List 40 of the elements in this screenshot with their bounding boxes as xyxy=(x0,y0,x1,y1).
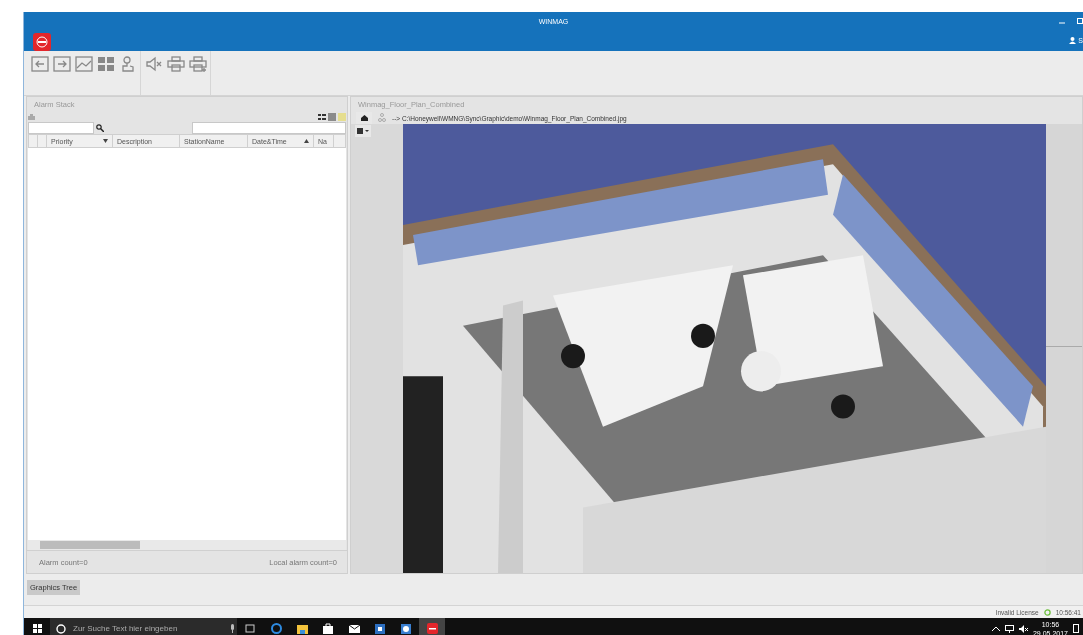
search-field[interactable] xyxy=(28,122,94,134)
folder-icon[interactable] xyxy=(296,623,308,634)
speaker-muted-icon[interactable] xyxy=(1018,624,1028,633)
map-caret-icon xyxy=(357,128,369,134)
task-view-icon[interactable] xyxy=(244,624,256,633)
mute-button[interactable] xyxy=(144,54,163,74)
taskbar-search-field[interactable]: Zur Suche Text hier eingeben xyxy=(50,618,237,635)
horizontal-scrollbar[interactable] xyxy=(28,540,346,550)
print-preview-button[interactable] xyxy=(188,54,207,74)
winmag-taskbar-button[interactable] xyxy=(419,618,445,635)
app-logo-icon xyxy=(426,623,438,634)
circle-app-icon[interactable] xyxy=(401,623,411,634)
search-input[interactable]: Zur Suche Text hier eingeben xyxy=(71,623,225,634)
browser-icon[interactable] xyxy=(270,623,282,634)
search-icon[interactable] xyxy=(96,124,104,132)
detail-view-icon[interactable] xyxy=(318,113,326,121)
sort-ascending-icon[interactable] xyxy=(304,139,309,143)
home-icon xyxy=(360,115,368,121)
square-app-icon[interactable] xyxy=(375,623,385,634)
grid-button[interactable] xyxy=(96,54,115,74)
user-icon[interactable] xyxy=(1069,37,1077,44)
refresh-icon xyxy=(1043,608,1051,616)
chevron-up-icon[interactable] xyxy=(991,626,1000,631)
print-button[interactable] xyxy=(166,54,185,74)
windows-start-icon[interactable] xyxy=(32,624,42,633)
app-logo xyxy=(33,33,51,51)
map-dropdown-button[interactable] xyxy=(355,125,371,137)
circle-icon xyxy=(56,623,66,634)
tree-icon xyxy=(378,113,386,123)
back-button[interactable] xyxy=(30,54,49,74)
notification-icon[interactable] xyxy=(1073,624,1079,633)
forward-button[interactable] xyxy=(52,54,71,74)
image-button[interactable] xyxy=(74,54,93,74)
filter-icon[interactable] xyxy=(103,139,108,143)
microphone-icon[interactable] xyxy=(230,624,235,633)
mail-icon[interactable] xyxy=(348,624,360,633)
home-button[interactable] xyxy=(356,112,372,124)
network-icon[interactable] xyxy=(1004,624,1014,633)
shopping-bag-icon[interactable] xyxy=(323,623,333,634)
maximize-icon[interactable] xyxy=(1077,18,1083,24)
